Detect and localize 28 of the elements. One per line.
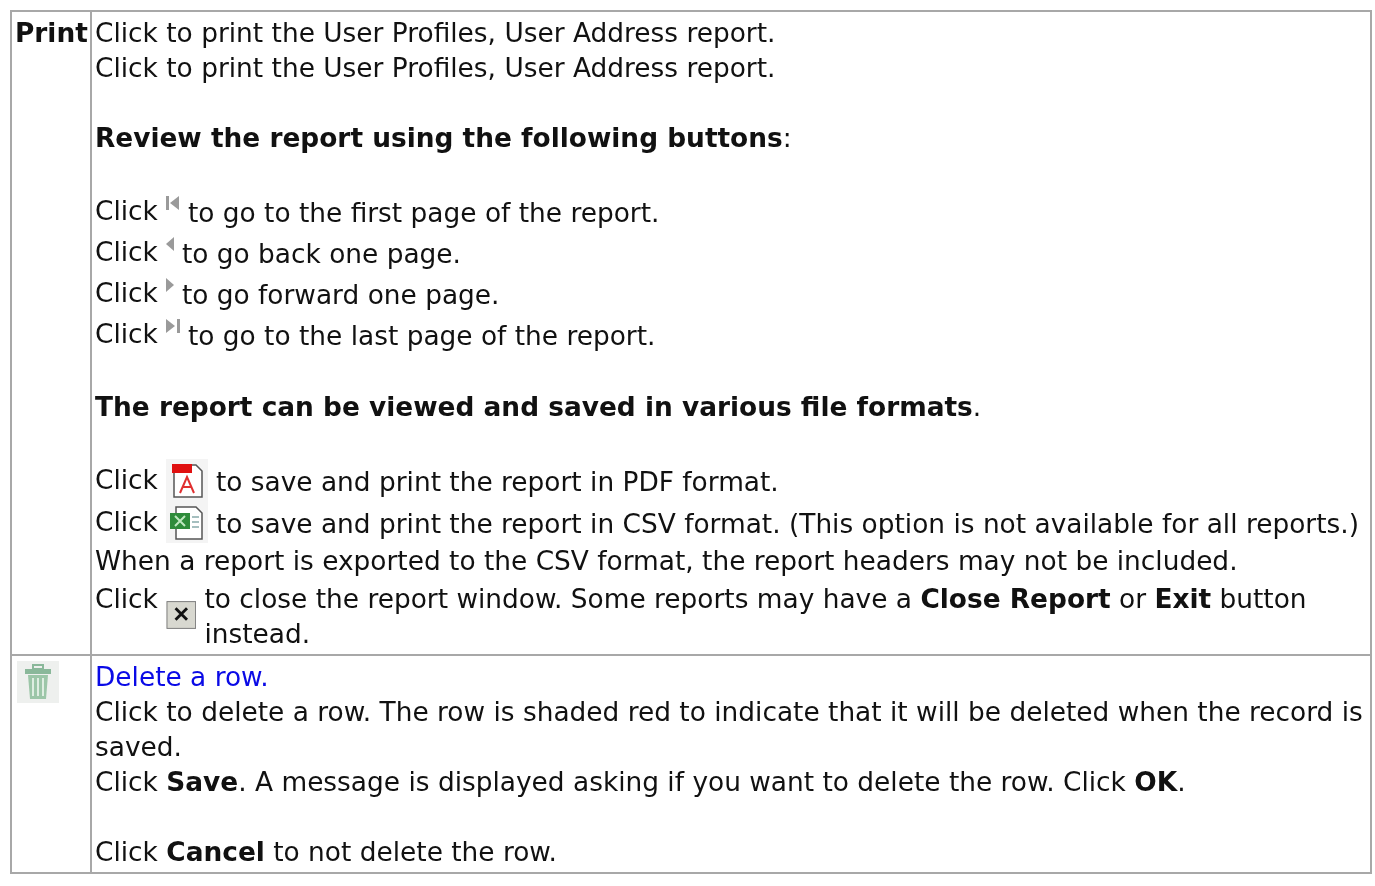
description-text: The report can be viewed and saved in various file formats. — [95, 390, 983, 424]
instruction-text: to save and print the report in CSV format. (This option is not available for all reports.) — [215, 507, 1359, 541]
description-text: Review the report using the following buttons: — [95, 121, 793, 155]
delete-row-link[interactable]: Delete a row. — [95, 661, 269, 692]
click-text: Click — [95, 276, 158, 310]
click-text: Click — [95, 505, 158, 539]
row-label: Print — [15, 17, 88, 48]
click-text: Click — [95, 194, 158, 228]
description-text: When a report is exported to the CSV format, the report headers may not be included. — [95, 544, 1239, 578]
instruction-text: to go forward one page. — [181, 277, 500, 312]
click-text: Click — [95, 235, 158, 269]
close-icon — [165, 599, 197, 630]
instruction-text: to save and print the report in PDF format. — [215, 465, 779, 499]
description-text: Click to print the User Profiles, User Address report. — [95, 51, 777, 85]
instruction-text: to go back one page. — [181, 236, 461, 271]
spreadsheet-file-icon — [165, 501, 208, 543]
instruction-text: to close the report window. Some reports may have a Close Report or Exit button instead. — [204, 582, 1308, 651]
instruction-text: to go to the last page of the report. — [187, 318, 656, 353]
instruction-text: to go to the first page of the report. — [187, 195, 660, 230]
pdf-file-icon — [165, 459, 208, 501]
click-text: Click — [95, 463, 158, 497]
description-text: Click Save. A message is displayed asking if you want to delete the row. Click OK. — [95, 765, 1187, 799]
click-text: Click — [95, 582, 158, 616]
description-text: Click to delete a row. The row is shaded red to indicate that it will be deleted when the record is saved. — [95, 695, 1364, 764]
trash-icon — [17, 661, 59, 703]
click-text: Click — [95, 317, 158, 351]
description-text: Click to print the User Profiles, User Address report. — [95, 16, 777, 50]
description-text: Click Cancel to not delete the row. — [95, 835, 558, 869]
